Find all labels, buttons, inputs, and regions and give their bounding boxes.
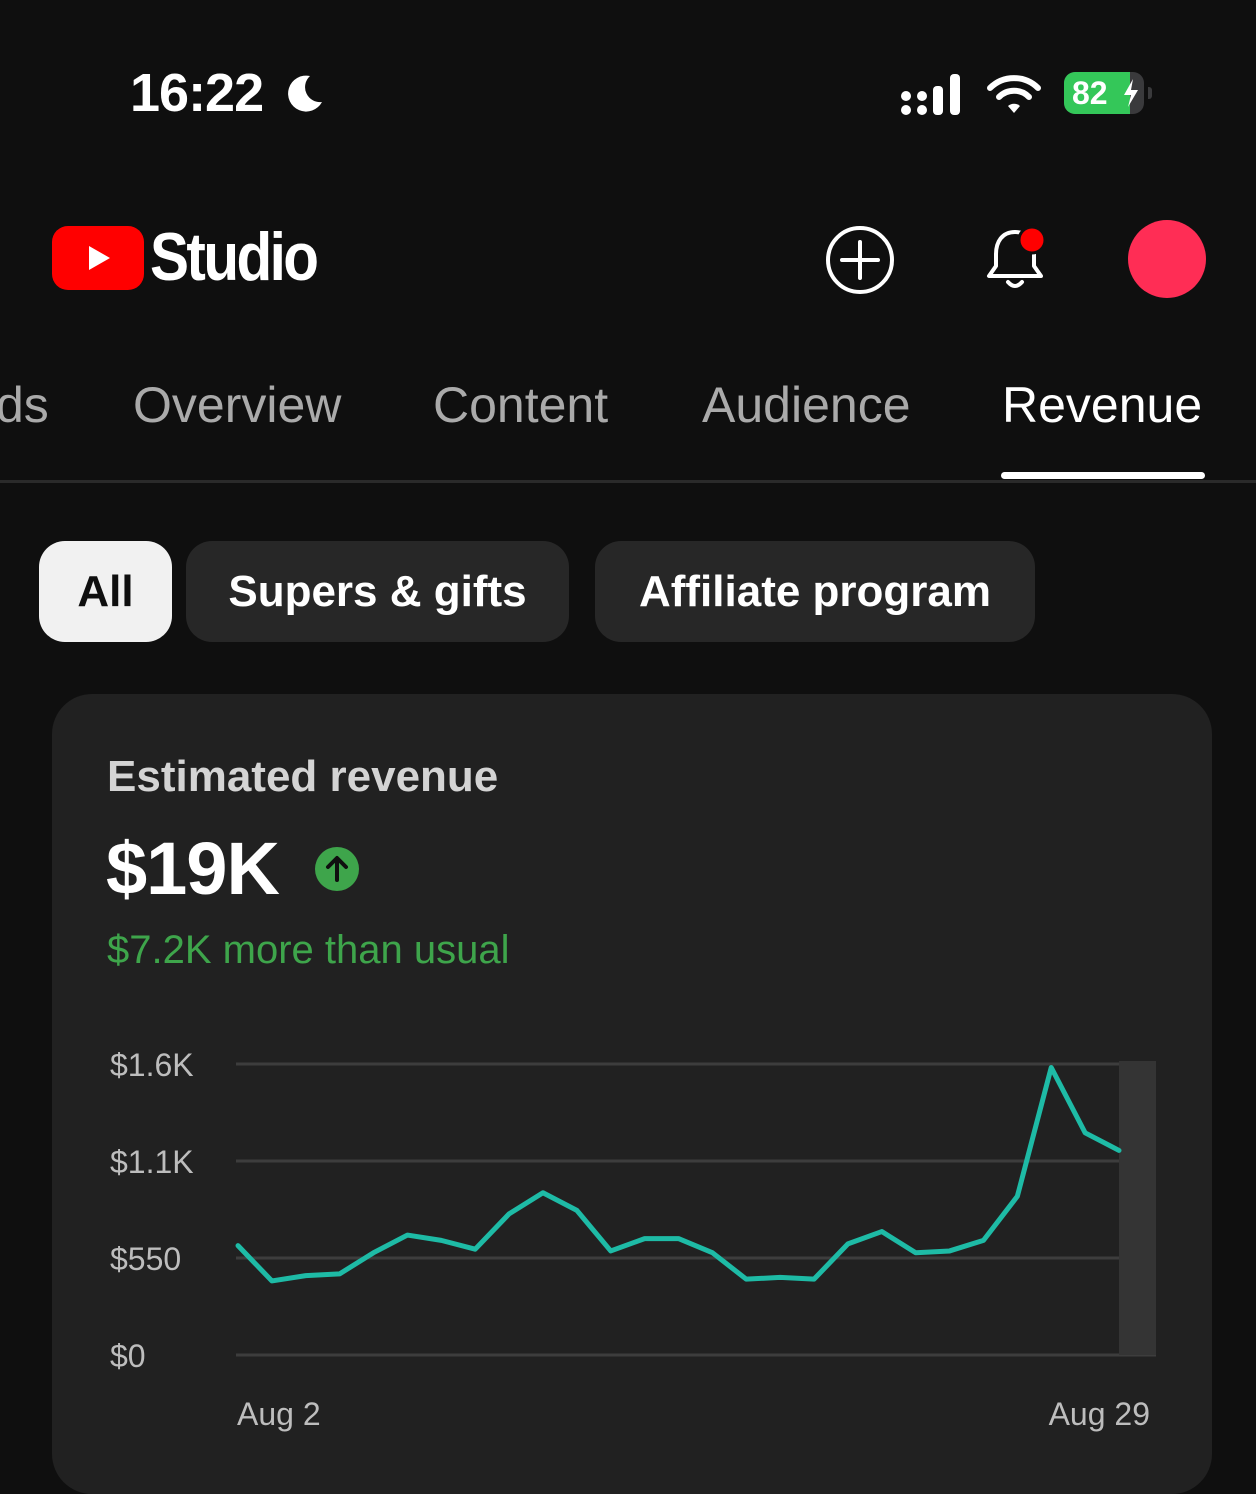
- data-point: [981, 1238, 986, 1243]
- data-point: [303, 1273, 308, 1278]
- data-point: [879, 1229, 884, 1234]
- tab-bar: ds Overview Content Audience Revenue: [0, 376, 1256, 482]
- data-point: [371, 1250, 376, 1255]
- revenue-line-chart[interactable]: $1.6K $1.1K $550 $0 Aug 2 Aug 29: [0, 1030, 1256, 1445]
- chip-all[interactable]: All: [39, 541, 172, 642]
- notifications-bell-icon[interactable]: [982, 222, 1048, 294]
- revenue-value: $19K: [106, 827, 280, 910]
- youtube-logo-icon[interactable]: [52, 226, 144, 290]
- data-point: [642, 1236, 647, 1241]
- data-point: [812, 1277, 817, 1282]
- data-point: [405, 1233, 410, 1238]
- data-point: [1117, 1148, 1121, 1153]
- wifi-icon: [987, 75, 1041, 113]
- y-tick-label: $1.6K: [110, 1047, 194, 1083]
- data-point: [337, 1271, 342, 1276]
- active-tab-indicator: [1001, 472, 1205, 479]
- chip-affiliate-program[interactable]: Affiliate program: [595, 541, 1035, 642]
- trend-up-icon: [315, 847, 359, 891]
- data-point: [947, 1248, 952, 1253]
- data-point: [236, 1243, 240, 1248]
- card-title: Estimated revenue: [107, 752, 499, 801]
- data-point: [744, 1277, 749, 1282]
- data-point: [913, 1250, 918, 1255]
- y-tick-label: $1.1K: [110, 1144, 194, 1180]
- x-tick-label: Aug 2: [237, 1396, 321, 1432]
- data-point: [439, 1238, 444, 1243]
- battery-charging-icon: 82: [1064, 70, 1154, 116]
- data-point: [507, 1211, 512, 1216]
- tabs-divider: [0, 480, 1256, 483]
- avatar[interactable]: [1128, 220, 1206, 298]
- data-point: [778, 1275, 783, 1280]
- tab-audience[interactable]: Audience: [702, 376, 911, 434]
- data-point: [1049, 1065, 1054, 1070]
- data-point: [1083, 1130, 1088, 1135]
- y-tick-label: $550: [110, 1241, 181, 1277]
- tab-revenue[interactable]: Revenue: [1002, 376, 1202, 434]
- data-point: [540, 1190, 545, 1195]
- tab-content[interactable]: Content: [433, 376, 608, 434]
- revenue-series-line: [235, 1065, 1122, 1284]
- tab-ads[interactable]: ds: [0, 376, 49, 434]
- data-point: [473, 1247, 478, 1252]
- data-point: [574, 1208, 579, 1213]
- data-point: [710, 1250, 715, 1255]
- data-point: [269, 1278, 274, 1283]
- data-point: [608, 1248, 613, 1253]
- status-time: 16:22: [130, 63, 264, 123]
- tab-overview[interactable]: Overview: [133, 376, 341, 434]
- y-tick-label: $0: [110, 1338, 146, 1374]
- cellular-signal-icon: [901, 74, 960, 115]
- latest-period-highlight: [1119, 1061, 1156, 1355]
- data-point: [1015, 1194, 1020, 1199]
- x-tick-label: Aug 29: [1049, 1396, 1150, 1432]
- brand-name: Studio: [150, 219, 319, 295]
- moon-icon: [288, 75, 322, 112]
- data-point: [676, 1236, 681, 1241]
- create-button[interactable]: [824, 224, 896, 296]
- charging-bolt-icon: [1124, 79, 1138, 107]
- chip-supers-gifts[interactable]: Supers & gifts: [186, 541, 569, 642]
- revenue-delta: $7.2K more than usual: [107, 928, 510, 972]
- data-point: [845, 1241, 850, 1246]
- notification-badge: [1017, 225, 1047, 255]
